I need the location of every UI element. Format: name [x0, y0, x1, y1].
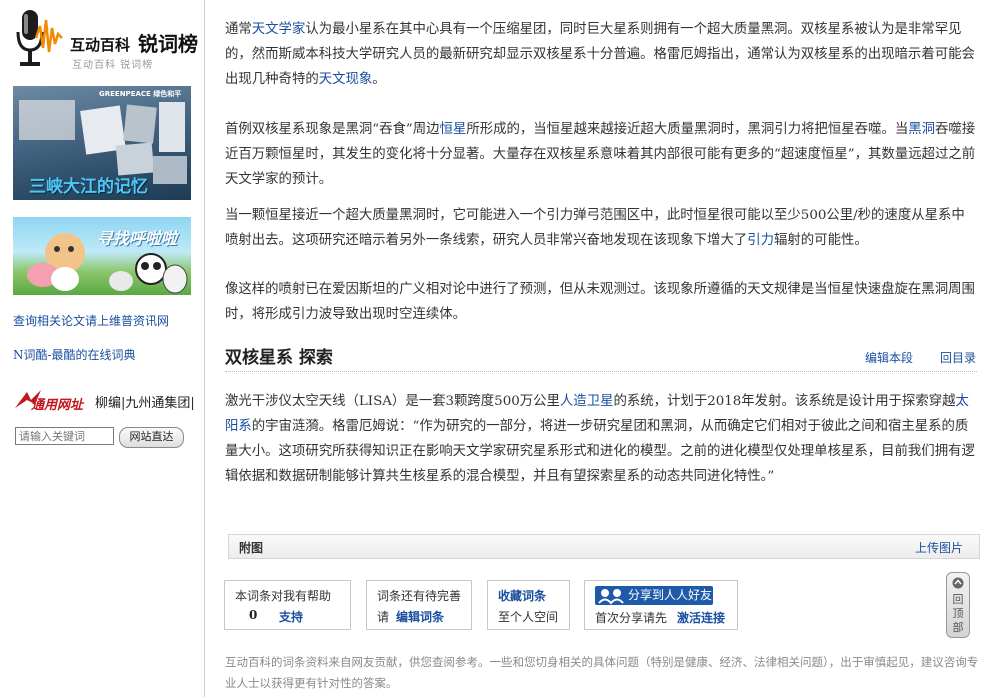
- microphone-icon: [16, 10, 63, 66]
- back-to-top-label: 回顶部: [952, 593, 964, 634]
- term-link[interactable]: 黑洞: [908, 122, 935, 137]
- text-run: 所形成的，当恒星越来越接近超大质量黑洞时，黑洞引力将把恒星吞噬。当: [466, 122, 909, 137]
- text-run: 激光干涉仪太空天线（LISA）是一套3颗跨度500万公里: [225, 394, 560, 409]
- banner-cartoon[interactable]: 寻找呼啦啦: [13, 217, 191, 295]
- upload-image-link[interactable]: 上传图片: [915, 539, 963, 556]
- link-ciku[interactable]: N词酷-最酷的在线词典: [13, 346, 136, 363]
- helpful-box: 本词条对我有帮助 0 支持: [224, 580, 351, 630]
- text-run: 的系统，计划于2018年发射。该系统是设计用于探索穿越: [613, 394, 956, 409]
- edit-section-link[interactable]: 编辑本段: [865, 349, 913, 366]
- paragraph-4: 像这样的喷射已在爱因斯坦的广义相对论中进行了预测，但从未观测过。该现象所遵循的天…: [225, 277, 977, 327]
- section-title: 双核星系 探索: [225, 348, 333, 368]
- greenpeace-label: GREENPEACE 绿色和平: [99, 90, 182, 98]
- banner-three-gorges[interactable]: GREENPEACE 绿色和平 三峡大江的记忆: [13, 86, 191, 200]
- edit-entry-link[interactable]: 编辑词条: [396, 608, 444, 625]
- paragraph-3: 当一颗恒星接近一个超大质量黑洞时，它可能进入一个引力弹弓范围区中，此时恒星很可能…: [225, 203, 977, 253]
- text-run: 。: [372, 72, 386, 87]
- renren-icon: [598, 589, 624, 605]
- logo-subtitle: 互动百科 锐词榜: [72, 60, 154, 71]
- term-link[interactable]: 恒星: [440, 122, 467, 137]
- activate-link[interactable]: 激活连接: [677, 609, 725, 626]
- text-run: 通常: [225, 22, 252, 37]
- text-run: 的宇宙涟漪。格雷厄姆说：“作为研究的一部分，将进一步研究星团和黑洞，从而确定它们…: [225, 419, 975, 484]
- term-link[interactable]: 天文现象: [319, 72, 373, 87]
- keyword-input[interactable]: [15, 427, 114, 445]
- link-weipu[interactable]: 查询相关论文请上维普资讯网: [13, 312, 169, 329]
- paragraph-5: 激光干涉仪太空天线（LISA）是一套3颗跨度500万公里人造卫星的系统，计划于2…: [225, 389, 977, 489]
- logo-title: 锐词榜: [138, 32, 198, 56]
- go-site-button[interactable]: 网站直达: [119, 427, 184, 448]
- arrow-up-icon: [952, 577, 964, 589]
- sidebar: 互动百科 锐词榜 互动百科 锐词榜 GREENPEACE 绿色和平 三峡大江的记…: [0, 0, 205, 697]
- section-header: 双核星系 探索 编辑本段 回目录: [225, 341, 977, 372]
- helpful-text: 本词条对我有帮助: [235, 589, 332, 603]
- term-link[interactable]: 天文学家: [252, 22, 306, 37]
- logo-brand: 互动百科: [70, 36, 131, 54]
- attachments-bar: 附图 上传图片: [228, 534, 980, 559]
- banner-caption: 三峡大江的记忆: [29, 177, 148, 197]
- collect-sub: 至个人空间: [498, 610, 559, 624]
- paragraph-1: 通常天文学家认为最小星系在其中心具有一个压缩星团，同时巨大星系则拥有一个超大质量…: [225, 17, 977, 92]
- text-run: 辐射的可能性。: [774, 233, 868, 248]
- tongyong-text[interactable]: 柳编|九州通集团|: [95, 392, 195, 411]
- helpful-count: 0: [249, 608, 258, 622]
- share-renren-button[interactable]: 分享到人人好友: [595, 586, 713, 605]
- term-link[interactable]: 引力: [747, 233, 774, 248]
- attachments-label: 附图: [239, 541, 264, 555]
- improve-box: 词条还有待完善 请 编辑词条: [366, 580, 472, 630]
- tongyong-logo[interactable]: 通用网址: [13, 388, 91, 413]
- banner-caption: 寻找呼啦啦: [97, 229, 178, 248]
- tongyong-label: 通用网址: [31, 398, 84, 413]
- share-box: 分享到人人好友 首次分享请先 激活连接: [584, 580, 738, 630]
- improve-text: 词条还有待完善: [377, 589, 462, 603]
- text-run: 首例双核星系现象是黑洞“吞食”周边: [225, 122, 440, 137]
- collect-entry-link[interactable]: 收藏词条: [498, 587, 546, 604]
- back-to-top-button[interactable]: 回顶部: [946, 572, 970, 638]
- text-run: 像这样的喷射已在爱因斯坦的广义相对论中进行了预测，但从未观测过。该现象所遵循的天…: [225, 282, 975, 322]
- term-link[interactable]: 人造卫星: [560, 394, 614, 409]
- improve-please: 请: [377, 610, 390, 624]
- paragraph-2: 首例双核星系现象是黑洞“吞食”周边恒星所形成的，当恒星越来越接近超大质量黑洞时，…: [225, 117, 977, 192]
- share-button-label: 分享到人人好友: [628, 588, 713, 602]
- collect-box: 收藏词条 至个人空间: [487, 580, 570, 630]
- logo[interactable]: 互动百科 锐词榜 互动百科 锐词榜: [12, 8, 202, 74]
- support-button[interactable]: 支持: [279, 608, 303, 625]
- back-to-toc-link[interactable]: 回目录: [940, 349, 976, 366]
- share-first-text: 首次分享请先: [595, 611, 668, 625]
- tongyong-row: 通用网址 柳编|九州通集团|: [13, 386, 203, 416]
- disclaimer: 互动百科的词条资料来自网友贡献，供您查阅参考。一些和您切身相关的具体问题（特别是…: [225, 655, 979, 690]
